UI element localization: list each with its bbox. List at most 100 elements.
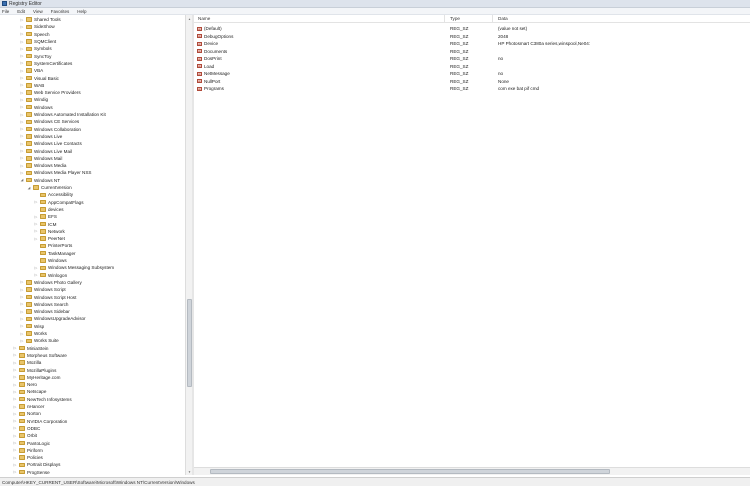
registry-value-row[interactable]: ab NullPort REG_SZ None (194, 78, 750, 86)
expand-arrow-icon[interactable]: ▷ (34, 200, 38, 205)
menu-favorites[interactable]: Favorites (51, 9, 70, 14)
menu-help[interactable]: Help (77, 9, 86, 14)
expand-arrow-icon[interactable]: ▷ (20, 324, 24, 329)
tree-item[interactable]: ▷ Windows Messaging Subsystem (34, 264, 114, 271)
tree-item[interactable]: ▷ SQMClient (20, 38, 57, 45)
expand-arrow-icon[interactable]: ▷ (20, 134, 24, 139)
collapse-arrow-icon[interactable]: ◢ (27, 185, 31, 190)
expand-arrow-icon[interactable]: ▷ (20, 105, 24, 110)
tree-item[interactable]: ▷ Windows Script Host (20, 293, 77, 300)
tree-item[interactable]: ▷ PantoLogic (13, 439, 50, 446)
tree-item[interactable]: ▷ Norton (13, 410, 41, 417)
expand-arrow-icon[interactable]: ▷ (20, 302, 24, 307)
expand-arrow-icon[interactable]: ▷ (20, 32, 24, 37)
tree-item[interactable]: ▷ Orbit (13, 432, 37, 439)
tree-item[interactable]: ▷ PeerNet (34, 235, 65, 242)
expand-arrow-icon[interactable]: ▷ (34, 214, 38, 219)
tree-item[interactable]: ▷ Windig (20, 96, 48, 103)
tree-item[interactable]: TaskManager (34, 250, 76, 257)
tree-item[interactable]: ▷ Netscape (13, 388, 47, 395)
tree-item[interactable]: ▷ Windows Automated Installation Kit (20, 111, 106, 118)
expand-arrow-icon[interactable]: ▷ (13, 397, 17, 402)
tree-item[interactable]: ▷ AppCompatFlags (34, 199, 84, 206)
tree-item[interactable]: ▷ MozillaPlugins (13, 366, 57, 373)
tree-item[interactable]: Windows (34, 257, 67, 264)
tree-item[interactable]: ▷ nHancer (13, 403, 45, 410)
tree-item[interactable]: ▷ ProgSense (13, 469, 50, 475)
expand-arrow-icon[interactable]: ▷ (20, 295, 24, 300)
tree-item[interactable]: ▷ Windows Sidebar (20, 308, 70, 315)
expand-arrow-icon[interactable]: ▷ (13, 368, 17, 373)
expand-arrow-icon[interactable]: ▷ (20, 331, 24, 336)
expand-arrow-icon[interactable]: ▷ (20, 309, 24, 314)
tree-item[interactable]: ▷ Windows Script (20, 286, 66, 293)
expand-arrow-icon[interactable]: ▷ (20, 97, 24, 102)
tree-item[interactable]: ▷ Wisp (20, 323, 45, 330)
tree-item[interactable]: ▷ Symbols (20, 45, 52, 52)
tree-item[interactable]: ▷ MiniaStein (13, 345, 49, 352)
tree-item[interactable]: ▷ Windows Live Mail (20, 147, 72, 154)
collapse-arrow-icon[interactable]: ◢ (20, 178, 24, 183)
expand-arrow-icon[interactable]: ▷ (20, 170, 24, 175)
registry-value-row[interactable]: ab Documents REG_SZ (194, 48, 750, 56)
expand-arrow-icon[interactable]: ▷ (20, 68, 24, 73)
tree-item[interactable]: Accessibility (34, 191, 73, 198)
column-divider[interactable] (444, 15, 445, 23)
expand-arrow-icon[interactable]: ▷ (13, 448, 17, 453)
expand-arrow-icon[interactable]: ▷ (34, 265, 38, 270)
expand-arrow-icon[interactable]: ▷ (20, 112, 24, 117)
expand-arrow-icon[interactable]: ▷ (13, 455, 17, 460)
expand-arrow-icon[interactable]: ▷ (13, 389, 17, 394)
expand-arrow-icon[interactable]: ▷ (34, 229, 38, 234)
tree-item[interactable]: ▷ Winlogon (34, 272, 68, 279)
tree-item[interactable]: ▷ Windows Media (20, 162, 67, 169)
column-header-type[interactable]: Type (450, 16, 460, 21)
tree-item[interactable]: ▷ Windows (20, 104, 53, 111)
expand-arrow-icon[interactable]: ▷ (20, 90, 24, 95)
expand-arrow-icon[interactable]: ▷ (20, 141, 24, 146)
tree-item[interactable]: ▷ Nero (13, 381, 37, 388)
menu-file[interactable]: File (2, 9, 9, 14)
tree-item[interactable]: ▷ SyncToy (20, 53, 52, 60)
tree-item[interactable]: ▷ SystemCertificates (20, 60, 73, 67)
expand-arrow-icon[interactable]: ▷ (34, 236, 38, 241)
expand-arrow-icon[interactable]: ▷ (20, 316, 24, 321)
expand-arrow-icon[interactable]: ▷ (20, 127, 24, 132)
tree-item[interactable]: ▷ Windows Live Contacts (20, 140, 82, 147)
expand-arrow-icon[interactable]: ▷ (13, 353, 17, 358)
tree-item[interactable]: ▷ SideShow (20, 23, 55, 30)
expand-arrow-icon[interactable]: ▷ (20, 338, 24, 343)
list-scroll-thumb[interactable] (210, 469, 610, 474)
tree-item[interactable]: ▷ Visual Basic (20, 74, 59, 81)
expand-arrow-icon[interactable]: ▷ (13, 433, 17, 438)
tree-item[interactable]: ▷ Shared Tools (20, 16, 61, 23)
tree-item[interactable]: ▷ Piriform (13, 447, 43, 454)
registry-value-row[interactable]: ab Programs REG_SZ com exe bat pif cmd (194, 85, 750, 93)
menu-edit[interactable]: Edit (17, 9, 25, 14)
registry-key-tree[interactable]: ▷ Shared Tools ▷ SideShow ▷ Speech ▷ SQMClient ▷… (0, 15, 185, 475)
registry-value-row[interactable]: ab Load REG_SZ (194, 63, 750, 71)
registry-value-row[interactable]: ab (Default) REG_SZ (value not set) (194, 25, 750, 33)
expand-arrow-icon[interactable]: ▷ (13, 426, 17, 431)
expand-arrow-icon[interactable]: ▷ (34, 273, 38, 278)
registry-value-row[interactable]: ab NetMessage REG_SZ no (194, 70, 750, 78)
expand-arrow-icon[interactable]: ▷ (13, 382, 17, 387)
expand-arrow-icon[interactable]: ▷ (20, 54, 24, 59)
registry-value-row[interactable]: ab DebugOptions REG_SZ 2048 (194, 33, 750, 41)
tree-item[interactable]: ▷ Morpheus Software (13, 352, 67, 359)
expand-arrow-icon[interactable]: ▷ (20, 280, 24, 285)
tree-item[interactable]: devices (34, 206, 64, 213)
tree-item[interactable]: ▷ Windows Media Player NSS (20, 169, 92, 176)
tree-item[interactable]: ▷ MyHeritage.com (13, 374, 61, 381)
expand-arrow-icon[interactable]: ▷ (20, 24, 24, 29)
tree-item[interactable]: ▷ Windows CE Services (20, 118, 80, 125)
tree-item[interactable]: ▷ ICM (34, 220, 57, 227)
expand-arrow-icon[interactable]: ▷ (13, 419, 17, 424)
tree-item[interactable]: ▷ Speech (20, 31, 50, 38)
tree-item[interactable]: ▷ Works Suite (20, 337, 59, 344)
registry-value-row[interactable]: ab DosPrint REG_SZ no (194, 55, 750, 63)
expand-arrow-icon[interactable]: ▷ (20, 119, 24, 124)
tree-item[interactable]: ▷ Windows Mail (20, 155, 63, 162)
expand-arrow-icon[interactable]: ▷ (34, 222, 38, 227)
tree-item[interactable]: ◢ CurrentVersion (27, 184, 72, 191)
